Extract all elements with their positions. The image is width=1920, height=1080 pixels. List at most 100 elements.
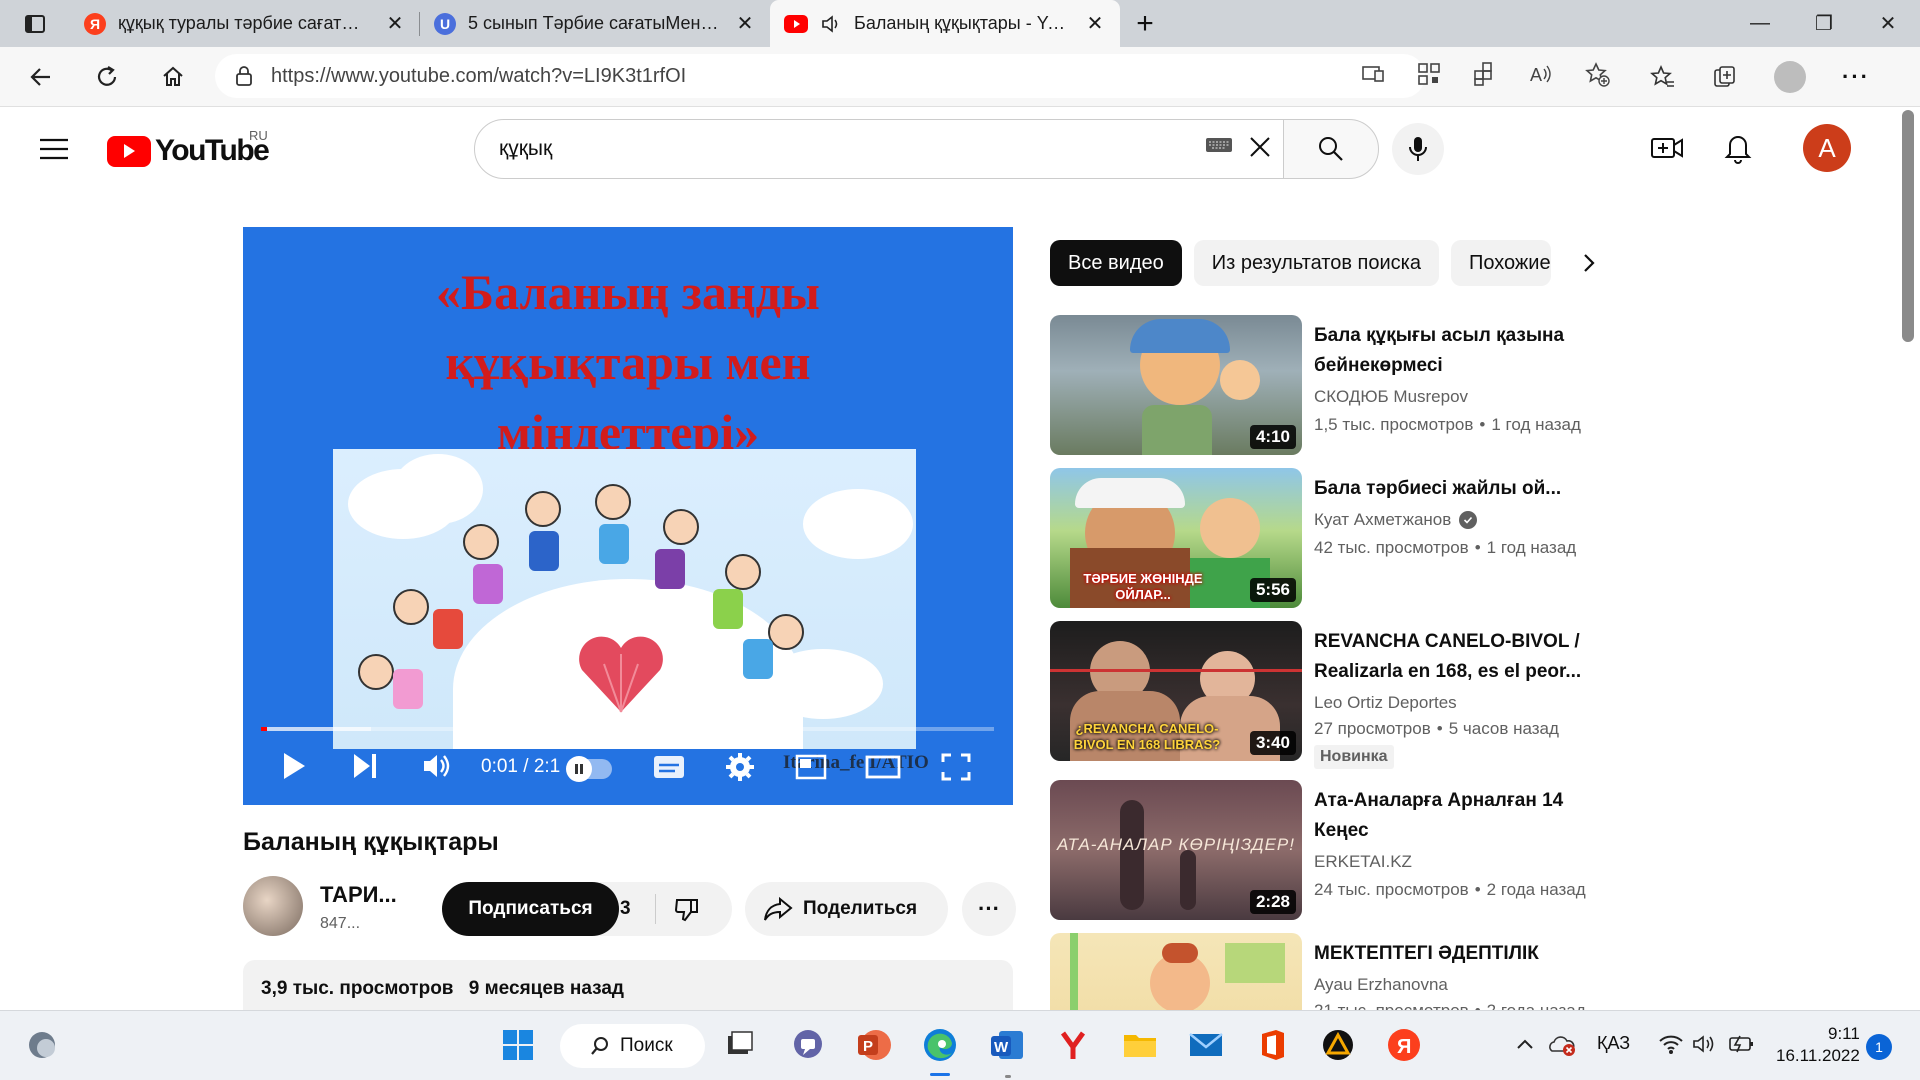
address-bar[interactable]: https://www.youtube.com/watch?v=LI9K3t1r… xyxy=(215,54,1425,98)
video-thumbnail[interactable]: ТӘРБИЕ ЖӨНІНДЕ ОЙЛАР... 5:56 xyxy=(1050,468,1302,608)
video-player[interactable]: «Баланың заңды құқықтары мен міндеттері»… xyxy=(243,227,1013,805)
recommendation-item[interactable]: МЕКТЕПТЕГІ ӘДЕПТІЛІК Ayau Erzhanovna 21 … xyxy=(1050,933,1630,1010)
like-count[interactable]: 3 xyxy=(620,898,631,920)
system-clock[interactable]: 9:11 16.11.2022 xyxy=(1776,1023,1860,1067)
extensions-icon[interactable] xyxy=(1472,61,1498,87)
region-code: RU xyxy=(249,128,268,143)
home-button[interactable] xyxy=(140,64,206,90)
mail-app[interactable] xyxy=(1186,1025,1226,1065)
chip-related[interactable]: Похожие xyxy=(1450,240,1551,286)
task-view-button[interactable] xyxy=(720,1025,760,1065)
recommendation-channel[interactable]: СКОДЮБ Musrepov xyxy=(1314,387,1468,407)
hamburger-menu-icon[interactable] xyxy=(40,138,68,160)
word-app[interactable]: W xyxy=(987,1025,1027,1065)
powerpoint-app[interactable]: P xyxy=(854,1025,894,1065)
reload-button[interactable] xyxy=(74,64,140,90)
video-thumbnail[interactable]: ¿REVANCHA CANELO-BIVOL EN 168 LIBRAS? 3:… xyxy=(1050,621,1302,761)
back-button[interactable] xyxy=(8,64,74,90)
chip-all-videos[interactable]: Все видео xyxy=(1050,240,1182,286)
video-thumbnail[interactable]: АТА-АНАЛАР КӨРІҢІЗДЕР! 2:28 xyxy=(1050,780,1302,920)
search-query-text: құқық xyxy=(499,137,553,160)
triangle-app[interactable] xyxy=(1318,1025,1358,1065)
progress-bar[interactable] xyxy=(261,727,994,731)
office-app[interactable] xyxy=(1252,1025,1292,1065)
dislike-icon[interactable] xyxy=(673,896,701,924)
recommendation-item[interactable]: АТА-АНАЛАР КӨРІҢІЗДЕР! 2:28 Ата-Аналарға… xyxy=(1050,780,1630,920)
autoplay-toggle[interactable] xyxy=(566,756,612,782)
qr-code-icon[interactable] xyxy=(1416,61,1442,87)
settings-gear-icon[interactable] xyxy=(725,752,755,782)
share-button[interactable]: Поделиться xyxy=(745,882,948,936)
user-avatar[interactable]: A xyxy=(1803,124,1851,172)
tab-actions-button[interactable] xyxy=(0,0,70,47)
browser-profile-avatar[interactable] xyxy=(1774,61,1806,93)
tab-close-icon[interactable]: ✕ xyxy=(1084,11,1106,36)
recommendation-channel[interactable]: Куат Ахметжанов xyxy=(1314,510,1478,530)
description-box[interactable]: 3,9 тыс. просмотров 9 месяцев назад xyxy=(243,960,1013,1010)
yandex-app[interactable]: Я xyxy=(1384,1025,1424,1065)
recommendation-channel[interactable]: Ayau Erzhanovna xyxy=(1314,975,1448,995)
chevron-right-icon[interactable] xyxy=(1581,251,1597,275)
widgets-button[interactable] xyxy=(22,1025,62,1065)
chip-from-search[interactable]: Из результатов поиска xyxy=(1193,240,1439,286)
create-video-icon[interactable] xyxy=(1650,134,1684,162)
favorites-icon[interactable] xyxy=(1650,64,1676,90)
wifi-icon[interactable] xyxy=(1658,1033,1684,1055)
browser-menu-icon[interactable]: ··· xyxy=(1842,64,1870,90)
add-favorite-icon[interactable] xyxy=(1584,61,1610,87)
collections-icon[interactable] xyxy=(1712,64,1738,90)
restore-icon[interactable]: ❐ xyxy=(1792,11,1856,36)
browser-tab-3-active[interactable]: Баланың құқықтары - YouTube ✕ xyxy=(770,0,1120,47)
battery-charging-icon[interactable] xyxy=(1726,1033,1756,1055)
volume-icon[interactable] xyxy=(421,751,453,781)
tab-close-icon[interactable]: ✕ xyxy=(384,11,406,36)
new-tab-button[interactable]: + xyxy=(1120,0,1170,47)
read-aloud-icon[interactable]: A xyxy=(1528,61,1554,87)
volume-tray-icon[interactable] xyxy=(1692,1033,1718,1055)
taskbar-search[interactable]: Поиск xyxy=(560,1024,705,1068)
notifications-bell-icon[interactable] xyxy=(1724,132,1752,164)
search-input[interactable]: құқық xyxy=(474,119,1284,179)
yandex-y-icon xyxy=(1060,1031,1086,1059)
video-thumbnail[interactable]: 4:10 xyxy=(1050,315,1302,455)
recommendation-channel[interactable]: ERKETAI.KZ xyxy=(1314,852,1412,872)
input-language[interactable]: ҚАЗ xyxy=(1597,1033,1630,1054)
window-close-icon[interactable]: ✕ xyxy=(1856,11,1920,36)
speaker-icon[interactable] xyxy=(820,13,842,35)
miniplayer-icon[interactable] xyxy=(795,754,827,780)
browser-tab-1[interactable]: Я құқық туралы тәрбие сағаты 5 сынып ✕ xyxy=(70,0,420,47)
channel-name[interactable]: ТАРИ... xyxy=(320,882,397,908)
onedrive-error-icon[interactable] xyxy=(1548,1033,1576,1057)
subscribe-button[interactable]: Подписаться xyxy=(442,882,619,936)
subtitles-icon[interactable] xyxy=(653,755,685,779)
recommendation-item[interactable]: ТӘРБИЕ ЖӨНІНДЕ ОЙЛАР... 5:56 Бала тәрбие… xyxy=(1050,468,1630,608)
clear-search-icon[interactable] xyxy=(1247,134,1273,160)
play-icon[interactable] xyxy=(281,751,307,781)
search-button[interactable] xyxy=(1283,119,1379,179)
voice-search-button[interactable] xyxy=(1392,123,1444,175)
fullscreen-icon[interactable] xyxy=(941,753,971,781)
theater-mode-icon[interactable] xyxy=(865,754,901,780)
app-available-icon[interactable] xyxy=(1360,61,1386,87)
chevron-up-icon[interactable] xyxy=(1516,1037,1534,1051)
notification-count-badge[interactable]: 1 xyxy=(1866,1034,1892,1060)
keyboard-icon[interactable] xyxy=(1205,136,1233,154)
edge-app[interactable] xyxy=(920,1025,960,1065)
tab-close-icon[interactable]: ✕ xyxy=(734,11,756,36)
recommendation-channel[interactable]: Leo Ortiz Deportes xyxy=(1314,693,1457,713)
channel-avatar[interactable] xyxy=(243,876,303,936)
minimize-icon[interactable]: — xyxy=(1728,12,1792,35)
yandex-browser-app[interactable] xyxy=(1053,1025,1093,1065)
file-explorer-app[interactable] xyxy=(1120,1025,1160,1065)
teams-chat-button[interactable] xyxy=(788,1025,828,1065)
start-button[interactable] xyxy=(498,1025,538,1065)
video-thumbnail[interactable] xyxy=(1050,933,1302,1010)
more-actions-button[interactable]: ··· xyxy=(962,882,1016,936)
browser-tab-2[interactable]: U 5 сынып Тәрбие сағатыМенің құқықтарым … xyxy=(420,0,770,47)
youtube-logo[interactable]: YouTube RU xyxy=(107,128,270,168)
lock-icon[interactable] xyxy=(235,65,253,87)
recommendation-item[interactable]: ¿REVANCHA CANELO-BIVOL EN 168 LIBRAS? 3:… xyxy=(1050,621,1630,769)
page-scrollbar-thumb[interactable] xyxy=(1902,110,1914,342)
recommendation-item[interactable]: 4:10 Бала құқығы асыл қазына бейнекөрмес… xyxy=(1050,315,1630,455)
next-video-icon[interactable] xyxy=(351,751,379,781)
